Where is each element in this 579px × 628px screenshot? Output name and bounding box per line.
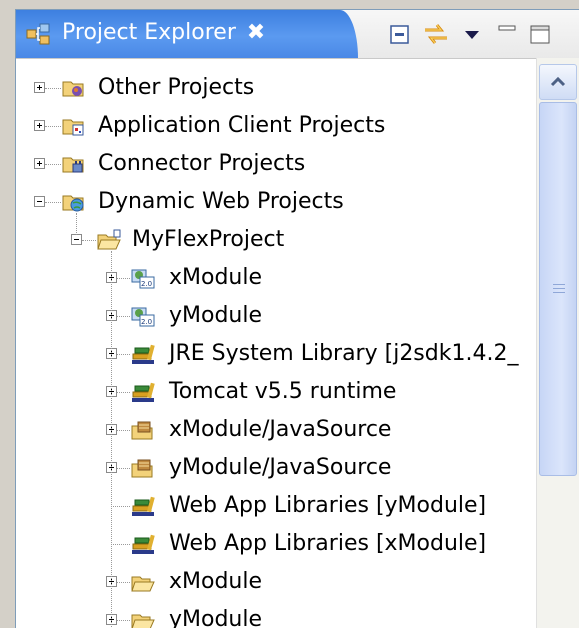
tree-line (76, 213, 77, 235)
tree-line (45, 202, 61, 203)
tree-item-label: Dynamic Web Projects (98, 189, 344, 214)
tree-item[interactable]: Tomcat v5.5 runtime (16, 373, 536, 411)
library-icon (132, 382, 155, 402)
scroll-thumb[interactable] (539, 102, 577, 476)
tree-item-label: yModule/JavaSource (169, 455, 392, 480)
tree-item-label: Web App Libraries [xModule] (169, 531, 487, 556)
collapse-all-icon[interactable] (389, 20, 411, 48)
tree-item-label: xModule (169, 569, 263, 594)
tree-item[interactable]: yModule (16, 601, 536, 628)
tree-item-label: JRE System Library [j2sdk1.4.2_ (169, 341, 519, 366)
library-icon (132, 344, 155, 364)
tree-line (111, 506, 130, 507)
thumb-grip (553, 288, 565, 289)
thumb-grip (553, 292, 565, 293)
tree-item[interactable]: Connector Projects (16, 145, 536, 183)
svg-text:2.0: 2.0 (141, 280, 152, 288)
project-explorer-view: Project Explorer ✖ Other Projects Applica… (15, 9, 579, 628)
tree-item[interactable]: Application Client Projects (16, 107, 536, 145)
library-icon (132, 496, 155, 516)
minimize-icon[interactable] (496, 20, 518, 48)
open-project-icon (97, 229, 121, 250)
tree-item-label: yModule (169, 303, 263, 328)
tree-item[interactable]: MyFlexProject (16, 221, 536, 259)
view-titlebar: Project Explorer ✖ (16, 10, 579, 59)
link-with-editor-icon[interactable] (421, 20, 451, 48)
expand-icon[interactable] (34, 158, 45, 169)
tree-line (117, 620, 130, 621)
tree-line (117, 392, 130, 393)
project-tree[interactable]: Other Projects Application Client Project… (16, 58, 536, 628)
tree-item-label: Tomcat v5.5 runtime (169, 379, 397, 404)
tree-line (117, 468, 130, 469)
app-client-projects-icon (62, 119, 84, 136)
tree-line (45, 88, 61, 89)
tree-item-label: yModule (169, 607, 263, 628)
tree-line (117, 430, 130, 431)
tree-item[interactable]: 2.0 xModule (16, 259, 536, 297)
tree-line (111, 544, 130, 545)
folder-icon (131, 614, 155, 628)
library-icon (132, 534, 155, 554)
module-icon: 2.0 (131, 307, 155, 327)
module-icon: 2.0 (131, 269, 155, 289)
chevron-up-icon (550, 76, 566, 87)
tree-item[interactable]: Other Projects (16, 69, 536, 107)
scroll-up-button[interactable] (539, 64, 577, 100)
tree-item[interactable]: xModule (16, 563, 536, 601)
source-folder-icon (131, 421, 153, 440)
dynamic-web-projects-icon (62, 195, 84, 212)
connector-projects-icon (62, 157, 84, 173)
tree-item[interactable]: Web App Libraries [xModule] (16, 525, 536, 563)
tree-line (117, 316, 130, 317)
other-projects-icon (62, 81, 84, 97)
tree-line (111, 251, 112, 628)
tree-item[interactable]: yModule/JavaSource (16, 449, 536, 487)
tree-item[interactable]: JRE System Library [j2sdk1.4.2_ (16, 335, 536, 373)
tree-line (117, 582, 130, 583)
tree-line (117, 354, 130, 355)
collapse-icon[interactable] (71, 234, 82, 245)
maximize-icon[interactable] (528, 20, 552, 48)
view-menu-icon[interactable] (462, 20, 482, 48)
tree-line (45, 164, 61, 165)
tree-item-label: MyFlexProject (132, 227, 285, 252)
tree-line (82, 240, 96, 241)
expand-icon[interactable] (34, 120, 45, 131)
vertical-scrollbar[interactable] (536, 58, 579, 628)
view-title: Project Explorer (62, 20, 236, 45)
tab-project-explorer[interactable]: Project Explorer ✖ (16, 10, 358, 58)
tree-item-label: xModule/JavaSource (169, 417, 392, 442)
tree-line (45, 126, 61, 127)
tree-item-label: Connector Projects (98, 151, 306, 176)
tree-item-label: Other Projects (98, 75, 255, 100)
folder-icon (131, 576, 155, 592)
collapse-icon[interactable] (34, 196, 45, 207)
tree-item-label: Web App Libraries [yModule] (169, 493, 487, 518)
source-folder-icon (131, 459, 153, 478)
tree-line (117, 278, 130, 279)
tree-item-label: xModule (169, 265, 263, 290)
close-icon[interactable]: ✖ (246, 20, 266, 46)
svg-text:2.0: 2.0 (141, 318, 152, 326)
tree-item[interactable]: 2.0 yModule (16, 297, 536, 335)
tree-item-label: Application Client Projects (98, 113, 386, 138)
tree-item[interactable]: xModule/JavaSource (16, 411, 536, 449)
thumb-grip (553, 284, 565, 285)
project-explorer-icon (26, 23, 50, 45)
tree-item[interactable]: Dynamic Web Projects (16, 183, 536, 221)
tree-item[interactable]: Web App Libraries [yModule] (16, 487, 536, 525)
expand-icon[interactable] (34, 82, 45, 93)
